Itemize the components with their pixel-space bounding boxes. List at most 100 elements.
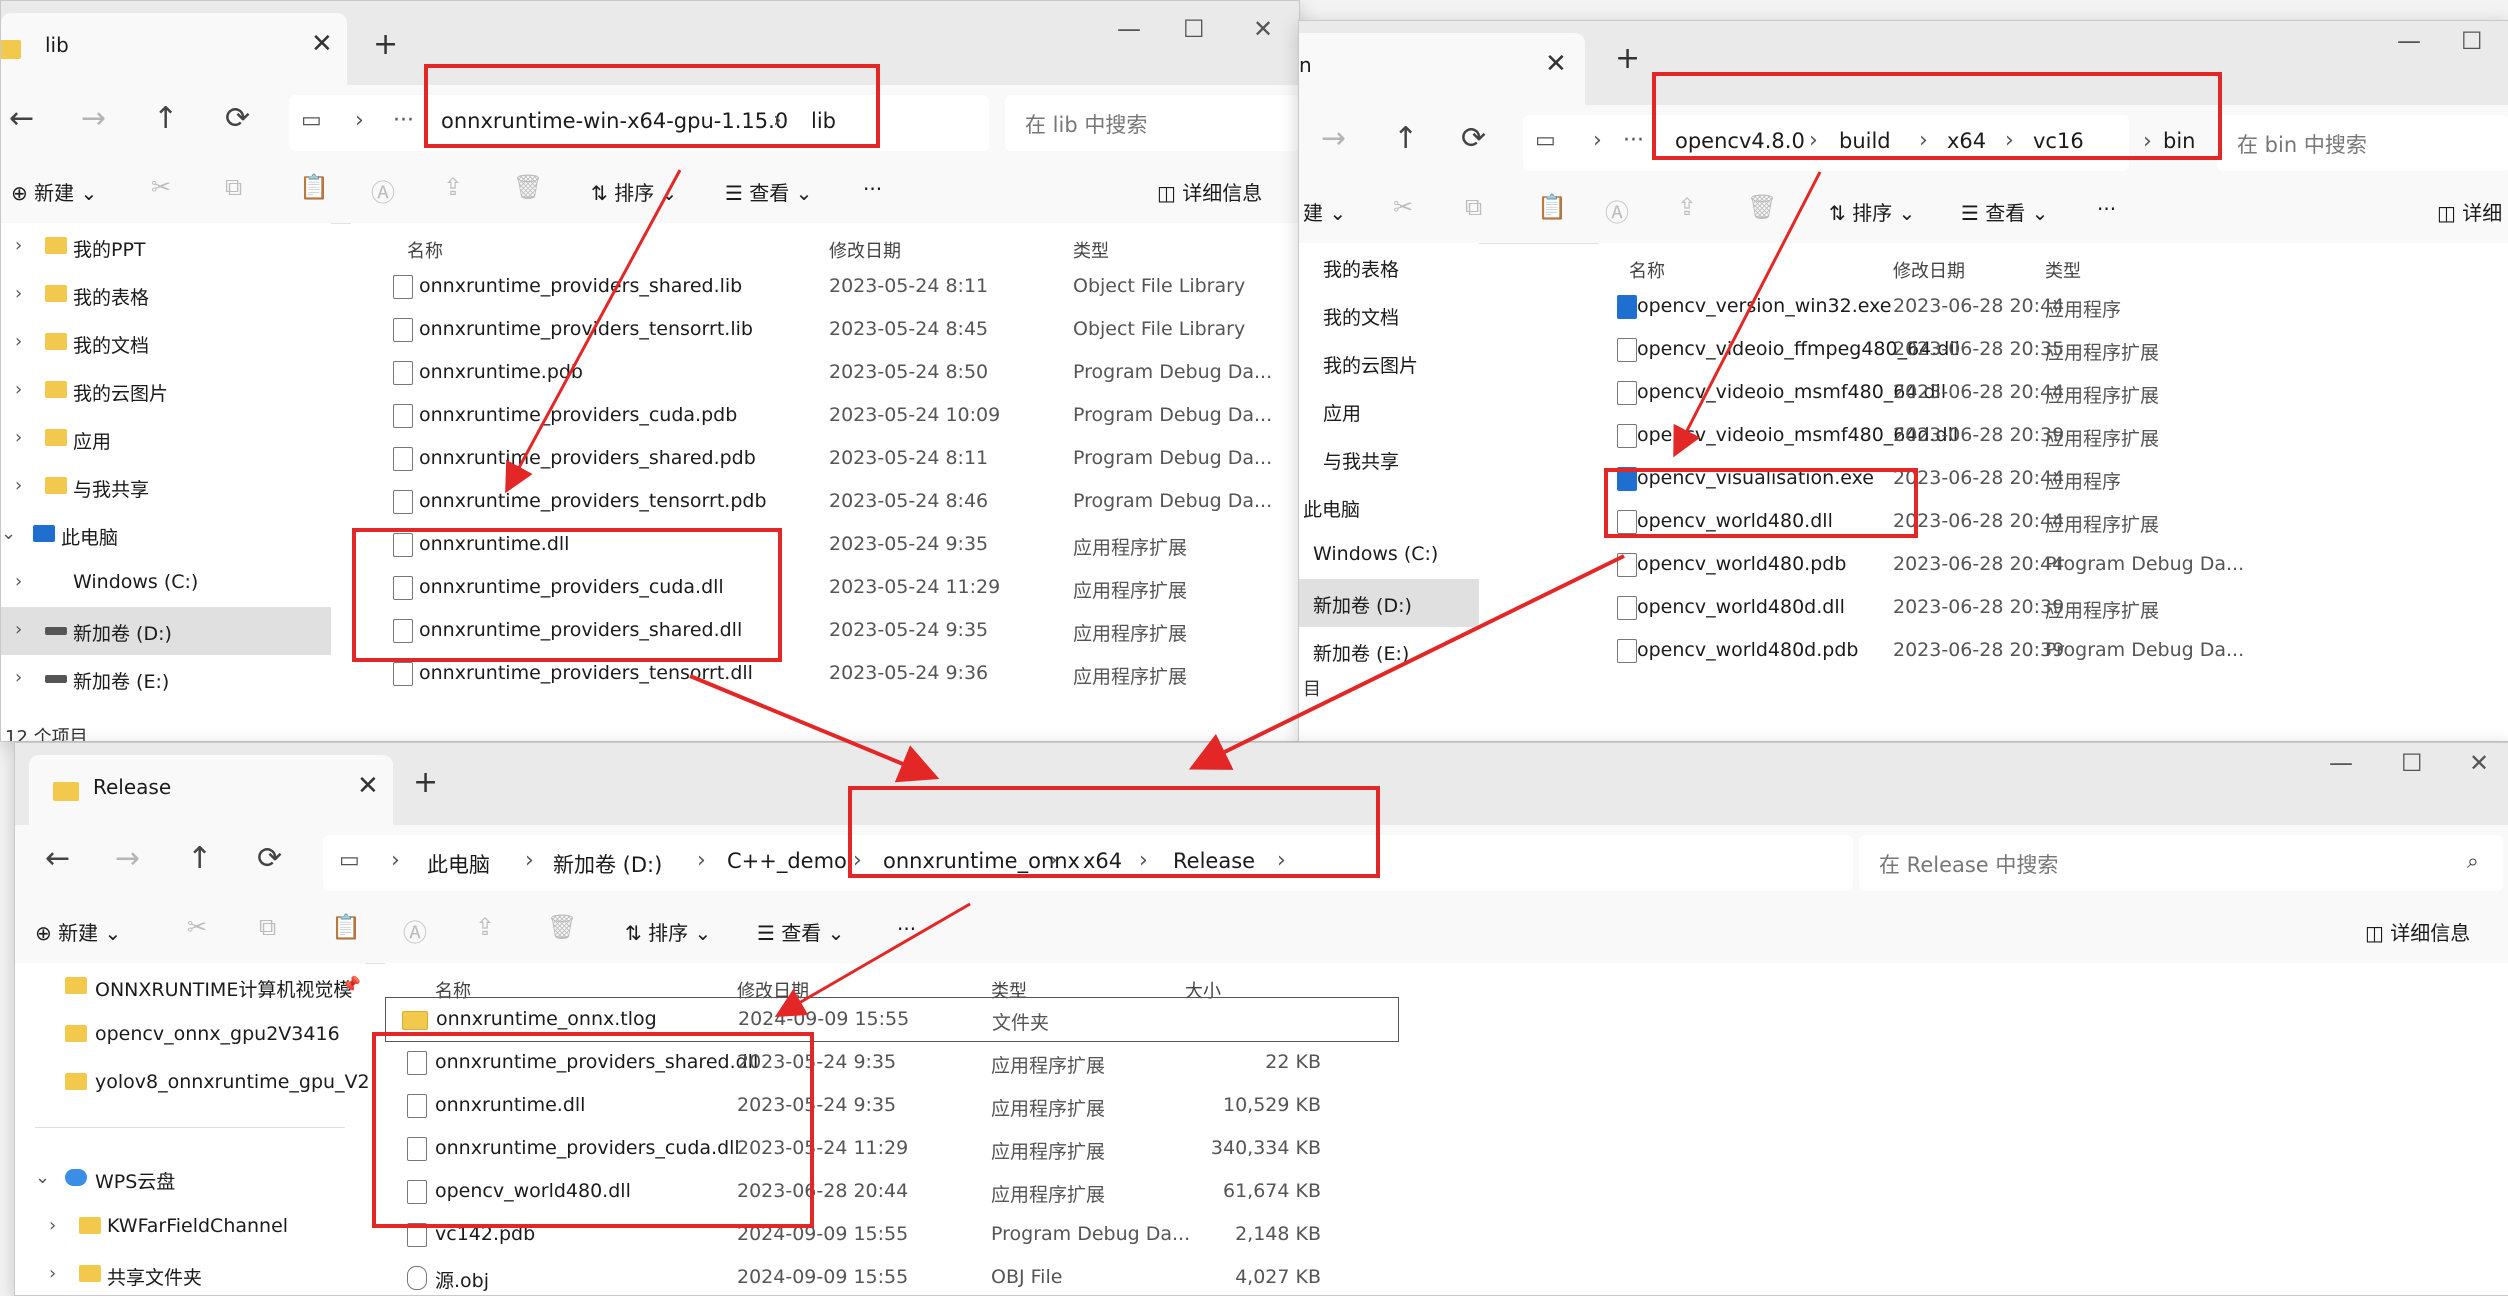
lib-tab[interactable]: lib ✕	[1, 13, 347, 85]
sort-button[interactable]: ⇅ 排序 ⌄	[1829, 197, 1915, 226]
path-segment[interactable]: 此电脑	[427, 849, 490, 879]
close-window-icon[interactable]: ✕	[2469, 749, 2489, 777]
forward-icon[interactable]: →	[115, 841, 140, 876]
nav-item[interactable]: 我的文档	[1299, 291, 1479, 339]
details-button[interactable]: ◫ 详细信息	[2365, 917, 2470, 946]
up-icon[interactable]: ↑	[153, 101, 178, 136]
more-options-button[interactable]: ···	[2097, 197, 2116, 221]
forward-icon[interactable]: →	[1321, 121, 1346, 156]
file-row[interactable]: opencv_videoio_msmf480_64d.dll 2023-06-28…	[1599, 414, 2508, 457]
view-button[interactable]: ☰ 查看 ⌄	[1961, 197, 2048, 226]
nav-item[interactable]: › 我的表格	[1, 271, 331, 319]
forward-icon[interactable]: →	[81, 101, 106, 136]
more-path-icon[interactable]: ···	[393, 108, 414, 133]
sort-button[interactable]: ⇅ 排序 ⌄	[625, 917, 711, 946]
search-icon[interactable]: ⌕	[2467, 849, 2479, 874]
nav-item[interactable]: › 我的云图片	[1, 367, 331, 415]
share-icon[interactable]: ⇪	[475, 913, 495, 941]
rename-icon[interactable]: Ⓐ	[1605, 193, 1629, 228]
up-icon[interactable]: ↑	[1393, 121, 1418, 156]
back-icon[interactable]: ←	[9, 101, 34, 136]
file-row[interactable]: onnxruntime_providers_cuda.pdb 2023-05-24…	[351, 394, 1299, 437]
paste-icon[interactable]: 📋	[299, 173, 329, 201]
file-row[interactable]: opencv_version_win32.exe 2023-06-28 20:44…	[1599, 285, 2508, 328]
share-icon[interactable]: ⇪	[1677, 193, 1697, 221]
nav-item[interactable]: › 新加卷 (D:)	[1, 607, 331, 655]
nav-item[interactable]: › 我的PPT	[1, 223, 331, 271]
view-button[interactable]: ☰ 查看 ⌄	[725, 177, 812, 206]
maximize-icon[interactable]: ☐	[2401, 749, 2423, 777]
cut-icon[interactable]: ✂	[151, 173, 171, 201]
nav-item[interactable]: › Windows (C:)	[1, 559, 331, 607]
more-options-button[interactable]: ···	[863, 177, 882, 201]
details-button[interactable]: ◫ 详细信息	[1157, 177, 1262, 206]
file-row[interactable]: onnxruntime_providers_tensorrt.pdb 2023-0…	[351, 480, 1299, 523]
close-tab-icon[interactable]: ✕	[311, 29, 333, 59]
paste-icon[interactable]: 📋	[331, 913, 361, 941]
file-row[interactable]: onnxruntime.pdb 2023-05-24 8:50 Program De…	[351, 351, 1299, 394]
new-tab-icon[interactable]: +	[413, 765, 438, 800]
minimize-icon[interactable]: —	[1117, 15, 1141, 43]
file-row[interactable]: opencv_videoio_ffmpeg480_64.dll 2023-06-2…	[1599, 328, 2508, 371]
nav-item[interactable]: › 新加卷 (E:)	[1, 655, 331, 703]
file-row[interactable]: opencv_world480d.dll 2023-06-28 20:39 应用程序…	[1599, 586, 2508, 629]
new-button[interactable]: ⊕ 新建 ⌄	[35, 917, 121, 946]
paste-icon[interactable]: 📋	[1537, 193, 1567, 221]
copy-icon[interactable]: ⧉	[225, 173, 242, 201]
column-header-date[interactable]: 修改日期	[829, 237, 901, 263]
file-row[interactable]: onnxruntime_providers_shared.pdb 2023-05-…	[351, 437, 1299, 480]
nav-item[interactable]: 新加卷 (D:)	[1299, 579, 1479, 627]
more-options-button[interactable]: ···	[897, 917, 916, 941]
file-row[interactable]: 源.obj 2024-09-09 15:55 OBJ File 4,027 KB	[385, 1256, 2508, 1295]
close-tab-icon[interactable]: ✕	[1545, 49, 1567, 79]
more-path-icon[interactable]: ···	[1623, 128, 1644, 153]
nav-item[interactable]: ONNXRUNTIME计算机视觉模 📌	[15, 963, 365, 1011]
nav-item[interactable]: › 我的文档	[1, 319, 331, 367]
rename-icon[interactable]: Ⓐ	[371, 173, 395, 208]
delete-icon[interactable]: 🗑	[547, 913, 577, 941]
file-row[interactable]: opencv_world480d.pdb 2023-06-28 20:39 Prog…	[1599, 629, 2508, 672]
new-tab-icon[interactable]: +	[1615, 41, 1640, 76]
nav-item[interactable]: 与我共享	[1299, 435, 1479, 483]
maximize-icon[interactable]: ☐	[1183, 15, 1205, 43]
release-tab[interactable]: Release ✕	[29, 755, 393, 827]
delete-icon[interactable]: 🗑	[513, 173, 543, 201]
file-row[interactable]: onnxruntime_providers_tensorrt.lib 2023-0…	[351, 308, 1299, 351]
column-header-name[interactable]: 名称	[1629, 257, 1665, 283]
nav-item[interactable]: 此电脑	[1299, 483, 1479, 531]
refresh-icon[interactable]: ⟳	[257, 841, 282, 876]
nav-item[interactable]: opencv_onnx_gpu2V3416	[15, 1011, 365, 1059]
release-search-box[interactable]: 在 Release 中搜索 ⌕	[1859, 835, 2503, 891]
path-segment[interactable]: 新加卷 (D:)	[553, 849, 662, 879]
copy-icon[interactable]: ⧉	[259, 913, 276, 941]
nav-item[interactable]: 应用	[1299, 387, 1479, 435]
nav-item[interactable]: › 与我共享	[1, 463, 331, 511]
close-window-icon[interactable]: ✕	[1253, 15, 1273, 43]
nav-item[interactable]: 我的云图片	[1299, 339, 1479, 387]
maximize-icon[interactable]: ☐	[2461, 27, 2483, 55]
new-button[interactable]: 建 ⌄	[1303, 197, 1346, 226]
refresh-icon[interactable]: ⟳	[1461, 121, 1486, 156]
column-header-type[interactable]: 类型	[1073, 237, 1109, 263]
copy-icon[interactable]: ⧉	[1465, 193, 1482, 221]
rename-icon[interactable]: Ⓐ	[403, 913, 427, 948]
nav-item[interactable]: Windows (C:)	[1299, 531, 1479, 579]
column-header-date[interactable]: 修改日期	[1893, 257, 1965, 283]
up-icon[interactable]: ↑	[187, 841, 212, 876]
details-button[interactable]: ◫ 详细	[2437, 197, 2502, 226]
cut-icon[interactable]: ✂	[1393, 193, 1413, 221]
file-row[interactable]: opencv_world480.pdb 2023-06-28 20:44 Progr…	[1599, 543, 2508, 586]
file-row[interactable]: onnxruntime_providers_shared.lib 2023-05-…	[351, 265, 1299, 308]
nav-item[interactable]: › KWFarFieldChannel	[15, 1203, 365, 1251]
bin-tab[interactable]: n ✕	[1299, 33, 1585, 105]
refresh-icon[interactable]: ⟳	[225, 101, 250, 136]
back-icon[interactable]: ←	[45, 841, 70, 876]
nav-item[interactable]: › 共享文件夹	[15, 1251, 365, 1295]
view-button[interactable]: ☰ 查看 ⌄	[757, 917, 844, 946]
close-tab-icon[interactable]: ✕	[357, 771, 379, 801]
column-header-type[interactable]: 类型	[2045, 257, 2081, 283]
minimize-icon[interactable]: —	[2397, 27, 2421, 55]
share-icon[interactable]: ⇪	[443, 173, 463, 201]
pin-icon[interactable]: 📌	[341, 975, 361, 994]
delete-icon[interactable]: 🗑	[1747, 193, 1777, 221]
